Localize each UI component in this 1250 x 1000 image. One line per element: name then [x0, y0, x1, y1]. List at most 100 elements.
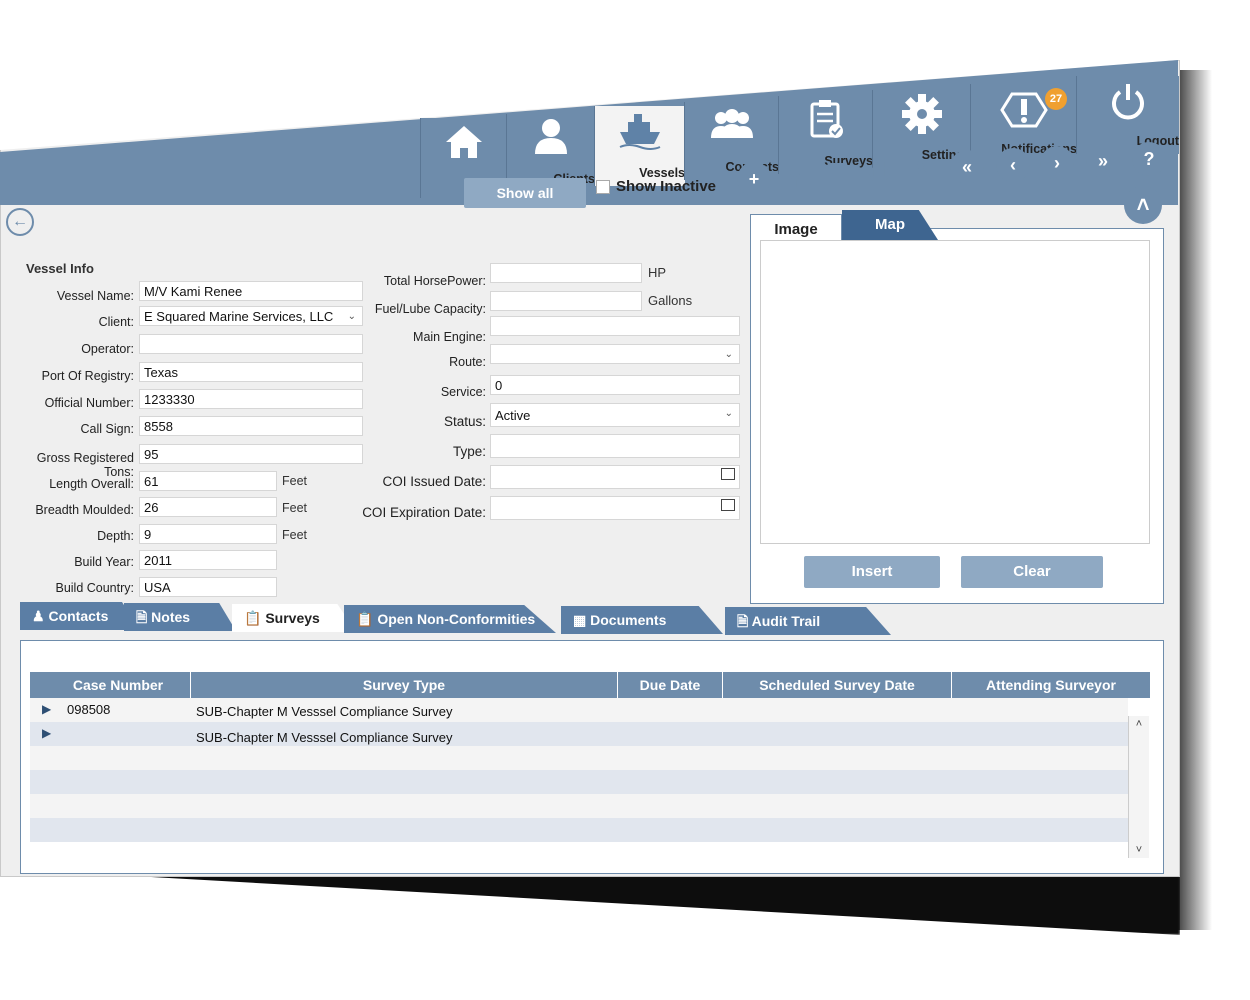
- tab-contacts-label: Contacts: [48, 608, 109, 624]
- tab-surveys-label: Surveys: [265, 610, 320, 626]
- tab-surveys[interactable]: 📋 Surveys: [232, 604, 356, 632]
- show-inactive-label: Show Inactive: [616, 178, 717, 195]
- print-icon[interactable]: ⎙: [862, 154, 896, 188]
- list-icon[interactable]: ☰: [820, 156, 854, 190]
- document-icon: 🗎: [136, 609, 148, 625]
- header-due-date[interactable]: Due Date: [618, 672, 723, 698]
- table-row[interactable]: ▶ 098508 SUB-Chapter M Vesssel Complianc…: [30, 698, 1128, 722]
- fuel-lube-capacity-field[interactable]: [490, 291, 642, 311]
- status-select[interactable]: Active ⌄: [490, 403, 740, 427]
- insert-button[interactable]: Insert: [804, 556, 940, 588]
- gear-icon: [902, 94, 942, 134]
- tab-audit-trail[interactable]: 🗎 Audit Trail: [725, 607, 891, 635]
- add-icon[interactable]: +: [737, 162, 771, 196]
- operator-label: Operator:: [81, 342, 134, 356]
- ship-icon: [619, 114, 661, 150]
- depth-field[interactable]: 9: [139, 524, 277, 544]
- show-all-button[interactable]: Show all: [464, 178, 586, 208]
- row-expand-icon[interactable]: ▶: [42, 702, 51, 716]
- build-year-field[interactable]: 2011: [139, 550, 277, 570]
- length-overall-label: Length Overall:: [49, 477, 134, 491]
- calendar-icon[interactable]: [721, 499, 735, 511]
- row-expand-icon[interactable]: ▶: [42, 726, 51, 740]
- official-number-field[interactable]: 1233330: [139, 389, 363, 409]
- port-of-registry-field[interactable]: Texas: [139, 362, 363, 382]
- breadth-moulded-label: Breadth Moulded:: [35, 503, 134, 517]
- alert-icon: [1000, 92, 1048, 128]
- chevron-down-icon[interactable]: ⌄: [725, 404, 733, 424]
- header-survey-type[interactable]: Survey Type: [191, 672, 618, 698]
- breadth-moulded-field[interactable]: 26: [139, 497, 277, 517]
- chevron-down-icon[interactable]: ˅: [1129, 844, 1149, 856]
- table-row-empty: [30, 746, 1128, 770]
- breadth-moulded-unit: Feet: [282, 501, 308, 515]
- tab-notes[interactable]: 🗎 Notes: [124, 603, 236, 631]
- gross-registered-tons-field[interactable]: 95: [139, 444, 363, 464]
- length-overall-unit: Feet: [282, 474, 308, 488]
- chevron-down-icon[interactable]: ⌄: [725, 345, 733, 365]
- row-survey-type: SUB-Chapter M Vesssel Compliance Survey: [196, 730, 453, 745]
- nav-vessels[interactable]: Vessels: [594, 106, 685, 186]
- first-page-icon[interactable]: «: [950, 150, 984, 184]
- type-field[interactable]: [490, 434, 740, 458]
- operator-field[interactable]: [139, 334, 363, 354]
- call-sign-field[interactable]: 8558: [139, 416, 363, 436]
- client-value: E Squared Marine Services, LLC: [144, 309, 334, 324]
- main-engine-field[interactable]: [490, 316, 740, 336]
- clipboard-icon: 📋: [356, 611, 374, 627]
- build-year-label: Build Year:: [74, 555, 134, 569]
- chevron-down-icon[interactable]: ⌄: [348, 307, 356, 327]
- horsepower-unit: HP: [648, 265, 667, 280]
- vessel-name-field[interactable]: M/V Kami Renee: [139, 281, 363, 301]
- tab-open-non-conformities-label: Open Non-Conformities: [377, 611, 536, 627]
- search-icon[interactable]: ⚲: [778, 158, 812, 192]
- group-icon: ♟: [32, 608, 45, 624]
- table-scrollbar[interactable]: ˄ ˅: [1128, 716, 1149, 858]
- fuel-lube-capacity-label: Fuel/Lube Capacity:: [374, 302, 486, 316]
- header-attending-surveyor[interactable]: Attending Surveyor: [952, 672, 1151, 698]
- show-inactive-toggle[interactable]: Show Inactive: [596, 178, 716, 195]
- tab-notes-label: Notes: [151, 609, 191, 625]
- excel-icon[interactable]: X: [904, 152, 938, 186]
- total-horsepower-field[interactable]: [490, 263, 642, 283]
- help-icon[interactable]: ?: [1132, 142, 1166, 176]
- port-of-registry-label: Port Of Registry:: [41, 369, 134, 383]
- tab-contacts[interactable]: ♟ Contacts: [20, 602, 140, 630]
- last-page-icon[interactable]: »: [1086, 144, 1120, 178]
- collapse-up-icon[interactable]: ˄: [1124, 186, 1162, 224]
- document-icon: 🗎: [737, 613, 749, 629]
- clear-button[interactable]: Clear: [961, 556, 1103, 588]
- header-scheduled-survey-date[interactable]: Scheduled Survey Date: [723, 672, 952, 698]
- tab-open-non-conformities[interactable]: 📋 Open Non-Conformities: [344, 605, 556, 633]
- status-value: Active: [495, 408, 531, 423]
- length-overall-field[interactable]: 61: [139, 471, 277, 491]
- show-inactive-checkbox[interactable]: [596, 180, 610, 195]
- nav-logout[interactable]: Logout: [1076, 76, 1179, 154]
- coi-issued-date-field[interactable]: [490, 465, 740, 489]
- next-icon[interactable]: ›: [1040, 146, 1074, 180]
- main-engine-label: Main Engine:: [413, 330, 486, 344]
- depth-label: Depth:: [97, 529, 134, 543]
- service-label: Service:: [440, 385, 486, 399]
- client-label: Client:: [98, 315, 134, 329]
- service-field[interactable]: 0: [490, 375, 740, 395]
- official-number-label: Official Number:: [44, 396, 134, 410]
- image-preview: [760, 240, 1150, 544]
- coi-expiration-date-field[interactable]: [490, 496, 740, 520]
- build-country-label: Build Country:: [55, 581, 134, 595]
- client-select[interactable]: E Squared Marine Services, LLC ⌄: [139, 306, 363, 326]
- table-row[interactable]: ▶ SUB-Chapter M Vesssel Compliance Surve…: [30, 722, 1128, 746]
- route-label: Route:: [449, 355, 486, 369]
- previous-icon[interactable]: ‹: [996, 148, 1030, 182]
- table-header-indicator: [30, 672, 47, 698]
- depth-unit: Feet: [282, 528, 308, 542]
- chevron-up-icon[interactable]: ˄: [1129, 718, 1149, 730]
- calendar-icon[interactable]: [721, 468, 735, 480]
- coi-issued-date-label: COI Issued Date:: [382, 474, 486, 489]
- tab-documents[interactable]: ▦ Documents: [561, 606, 723, 634]
- vessel-info-title: Vessel Info: [26, 261, 94, 276]
- build-country-field[interactable]: USA: [139, 577, 277, 597]
- route-select[interactable]: ⌄: [490, 344, 740, 364]
- back-icon[interactable]: ←: [6, 208, 34, 236]
- header-case-number[interactable]: Case Number: [46, 672, 191, 698]
